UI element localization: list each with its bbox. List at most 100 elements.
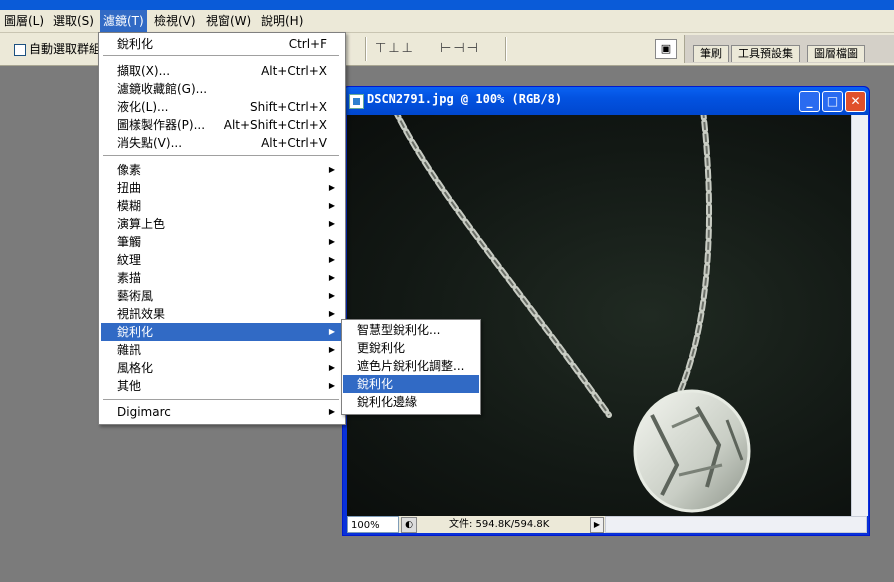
menu-item-label: 模糊	[117, 199, 142, 213]
distribute-vertical-icons[interactable]: ⊤⊥⊥	[375, 39, 415, 59]
menu-layer[interactable]: 圖層(L)	[1, 10, 47, 32]
menu-item-label: 扭曲	[117, 181, 142, 195]
submenu-arrow-icon: ▶	[328, 327, 335, 336]
submenu-arrow-icon: ▶	[328, 407, 335, 416]
image-canvas[interactable]	[347, 115, 851, 516]
horizontal-scrollbar[interactable]	[605, 516, 867, 533]
menu-item-label: Digimarc	[117, 405, 171, 419]
menu-item-label: 圖樣製作器(P)...	[117, 118, 206, 132]
submenu-item-sharpen[interactable]: 銳利化	[343, 375, 479, 393]
menu-item-blur[interactable]: 模糊 ▶	[101, 197, 341, 215]
menu-item-label: 紋理	[117, 253, 142, 267]
menu-bar: 圖層(L) 選取(S) 濾鏡(T) 檢視(V) 視窗(W) 說明(H)	[0, 10, 894, 33]
document-icon	[349, 94, 364, 109]
submenu-item-sharpen-more[interactable]: 更銳利化	[343, 339, 479, 357]
document-title: DSCN2791.jpg @ 100% (RGB/8)	[367, 92, 563, 106]
vertical-scrollbar[interactable]	[851, 115, 868, 516]
menu-item-label: 其他	[117, 379, 142, 393]
menu-window[interactable]: 視窗(W)	[203, 10, 254, 32]
menu-item-pattern-maker[interactable]: 圖樣製作器(P)... Alt+Shift+Ctrl+X	[101, 116, 341, 134]
menu-item-digimarc[interactable]: Digimarc ▶	[101, 403, 341, 421]
menu-item-distort[interactable]: 扭曲 ▶	[101, 179, 341, 197]
menu-item-shortcut: Shift+Ctrl+X	[250, 100, 327, 114]
close-button[interactable]: ✕	[845, 91, 866, 112]
minimize-button[interactable]: _	[799, 91, 820, 112]
menu-select[interactable]: 選取(S)	[50, 10, 97, 32]
menu-item-brush-strokes[interactable]: 筆觸 ▶	[101, 233, 341, 251]
submenu-item-label: 智慧型銳利化...	[357, 323, 441, 337]
menu-item-label: 視訊效果	[117, 307, 166, 321]
toolbar-separator	[505, 37, 507, 61]
palette-well: 筆刷 工具預設集 圖層檔圖	[684, 35, 894, 63]
submenu-item-sharpen-edges[interactable]: 銳利化邊緣	[343, 393, 479, 411]
menu-item-stylize[interactable]: 風格化 ▶	[101, 359, 341, 377]
menu-item-label: 筆觸	[117, 235, 142, 249]
menu-item-shortcut: Alt+Ctrl+V	[261, 136, 327, 150]
document-window: DSCN2791.jpg @ 100% (RGB/8) _ □ ✕ 100% ◐…	[342, 86, 870, 536]
submenu-item-label: 銳利化邊緣	[357, 395, 418, 409]
submenu-arrow-icon: ▶	[328, 273, 335, 282]
menu-item-label: 演算上色	[117, 217, 166, 231]
menu-separator	[103, 155, 339, 156]
menu-item-video[interactable]: 視訊效果 ▶	[101, 305, 341, 323]
menu-separator	[103, 399, 339, 400]
auto-select-checkbox[interactable]: 自動選取群組	[14, 41, 101, 57]
tab-tool-presets[interactable]: 工具預設集	[731, 45, 800, 62]
necklace-chain-right	[666, 115, 713, 418]
submenu-arrow-icon: ▶	[328, 309, 335, 318]
menu-item-other[interactable]: 其他 ▶	[101, 377, 341, 395]
submenu-arrow-icon: ▶	[328, 201, 335, 210]
tab-layer-comps[interactable]: 圖層檔圖	[807, 45, 865, 62]
submenu-item-label: 遮色片銳利化調整...	[357, 359, 465, 373]
submenu-item-smart-sharpen[interactable]: 智慧型銳利化...	[343, 321, 479, 339]
submenu-arrow-icon: ▶	[328, 381, 335, 390]
menu-item-last-filter[interactable]: 銳利化 Ctrl+F	[101, 35, 341, 53]
menu-item-sketch[interactable]: 素描 ▶	[101, 269, 341, 287]
menu-item-shortcut: Alt+Ctrl+X	[261, 64, 327, 78]
submenu-arrow-icon: ▶	[328, 183, 335, 192]
menu-item-label: 藝術風	[117, 289, 154, 303]
menu-item-texture[interactable]: 紋理 ▶	[101, 251, 341, 269]
pendant-bead	[633, 389, 751, 513]
menu-item-label: 濾鏡收藏館(G)...	[117, 82, 208, 96]
submenu-arrow-icon: ▶	[328, 165, 335, 174]
menu-help[interactable]: 說明(H)	[258, 10, 306, 32]
menu-item-label: 液化(L)...	[117, 100, 169, 114]
submenu-arrow-icon: ▶	[328, 345, 335, 354]
maximize-button[interactable]: □	[822, 91, 843, 112]
menu-item-render[interactable]: 演算上色 ▶	[101, 215, 341, 233]
document-title-bar[interactable]: DSCN2791.jpg @ 100% (RGB/8) _ □ ✕	[343, 87, 869, 115]
submenu-item-label: 更銳利化	[357, 341, 406, 355]
submenu-arrow-icon: ▶	[328, 291, 335, 300]
toolbar-separator	[365, 37, 367, 61]
palette-well-icon[interactable]: ▣	[655, 39, 677, 59]
submenu-item-unsharp-mask[interactable]: 遮色片銳利化調整...	[343, 357, 479, 375]
status-info-icon[interactable]: ◐	[401, 517, 417, 533]
auto-select-label: 自動選取群組	[29, 42, 102, 56]
necklace-photo	[394, 115, 751, 513]
menu-item-sharpen[interactable]: 銳利化 ▶	[101, 323, 341, 341]
distribute-horizontal-icons[interactable]: ⊢⊣⊣	[440, 39, 480, 59]
status-menu-arrow-icon[interactable]: ▶	[590, 517, 604, 533]
submenu-arrow-icon: ▶	[328, 237, 335, 246]
tab-brushes[interactable]: 筆刷	[693, 45, 729, 62]
menu-item-label: 擷取(X)...	[117, 64, 171, 78]
menu-item-label: 銳利化	[117, 37, 154, 51]
menu-view[interactable]: 檢視(V)	[151, 10, 199, 32]
menu-item-artistic[interactable]: 藝術風 ▶	[101, 287, 341, 305]
menu-item-noise[interactable]: 雜訊 ▶	[101, 341, 341, 359]
menu-item-shortcut: Alt+Shift+Ctrl+X	[223, 118, 327, 132]
menu-item-liquify[interactable]: 液化(L)... Shift+Ctrl+X	[101, 98, 341, 116]
menu-item-vanishing-point[interactable]: 消失點(V)... Alt+Ctrl+V	[101, 134, 341, 152]
menu-filter[interactable]: 濾鏡(T)	[100, 10, 147, 32]
zoom-level-field[interactable]: 100%	[347, 516, 399, 533]
submenu-arrow-icon: ▶	[328, 255, 335, 264]
menu-separator	[103, 55, 339, 56]
menu-item-pixelate[interactable]: 像素 ▶	[101, 161, 341, 179]
menu-item-label: 風格化	[117, 361, 154, 375]
title-bar-strip	[0, 0, 894, 10]
menu-item-extract[interactable]: 擷取(X)... Alt+Ctrl+X	[101, 62, 341, 80]
filter-menu-dropdown: 銳利化 Ctrl+F 擷取(X)... Alt+Ctrl+X 濾鏡收藏館(G).…	[98, 32, 346, 425]
checkbox-box[interactable]	[14, 43, 26, 56]
menu-item-filter-gallery[interactable]: 濾鏡收藏館(G)...	[101, 80, 341, 98]
